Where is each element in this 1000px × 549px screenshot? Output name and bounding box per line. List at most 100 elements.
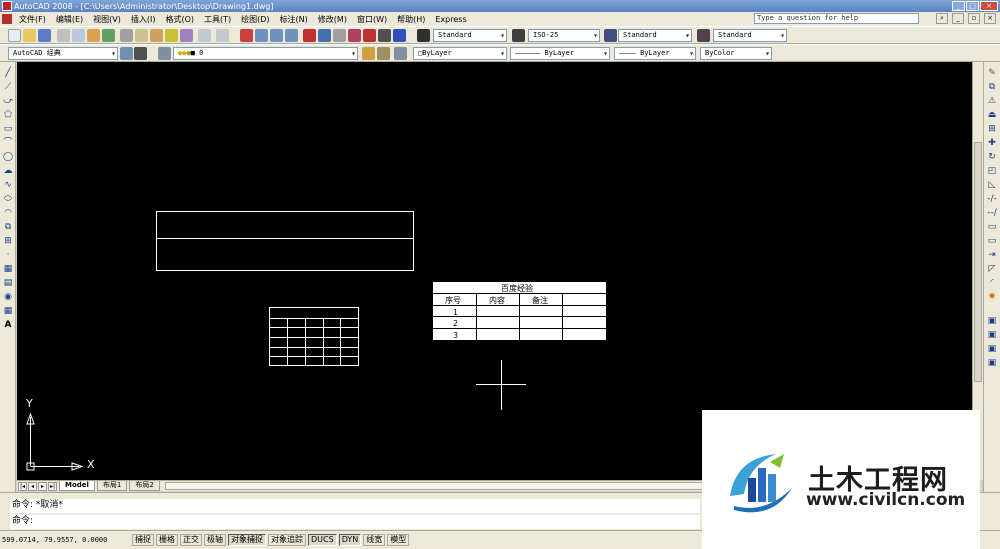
document-icon[interactable] [2, 14, 12, 24]
grid-toggle[interactable]: 栅格 [156, 534, 178, 546]
plot-preview-icon[interactable] [72, 29, 85, 42]
menu-help[interactable]: 帮助(H) [392, 14, 430, 25]
menu-express[interactable]: Express [430, 15, 471, 24]
menu-modify[interactable]: 修改(M) [313, 14, 352, 25]
save-workspace-icon[interactable] [134, 47, 147, 60]
tab-layout1[interactable]: 布局1 [96, 481, 128, 491]
table-icon[interactable]: ▦ [2, 306, 14, 317]
copy-icon[interactable] [135, 29, 148, 42]
menu-edit[interactable]: 编辑(E) [51, 14, 88, 25]
table-style-icon[interactable] [604, 29, 617, 42]
ortho-toggle[interactable]: 正交 [180, 534, 202, 546]
trim-icon[interactable]: -/- [986, 194, 998, 205]
scroll-thumb[interactable] [974, 142, 982, 382]
explode-icon[interactable]: ✹ [986, 292, 998, 303]
copy-object-icon[interactable]: ⧉ [986, 82, 998, 93]
linetype-select[interactable]: —————— ByLayer [510, 47, 610, 60]
pan-icon[interactable] [240, 29, 253, 42]
menu-insert[interactable]: 插入(I) [126, 14, 161, 25]
zoom-realtime-icon[interactable] [255, 29, 268, 42]
snap-toggle[interactable]: 捕捉 [132, 534, 154, 546]
table-style-select[interactable]: Standard [618, 29, 692, 42]
arc-icon[interactable]: ⌒ [2, 138, 14, 149]
layer-states-icon[interactable] [394, 47, 407, 60]
color-select[interactable]: □ByLayer [413, 47, 507, 60]
menu-format[interactable]: 格式(O) [160, 14, 199, 25]
bring-above-icon[interactable]: ▣ [986, 344, 998, 355]
plot-style-select[interactable]: ByColor [700, 47, 772, 60]
search-icon[interactable]: ⌕ [936, 13, 948, 24]
save-icon[interactable] [38, 29, 51, 42]
design-center-icon[interactable] [318, 29, 331, 42]
tab-model[interactable]: Model [59, 481, 95, 491]
next-tab-icon[interactable]: ▸ [38, 481, 47, 491]
menu-draw[interactable]: 绘图(D) [236, 14, 274, 25]
layer-properties-icon[interactable] [158, 47, 171, 60]
plot-icon[interactable] [57, 29, 70, 42]
menu-tools[interactable]: 工具(T) [199, 14, 236, 25]
polar-toggle[interactable]: 极轴 [204, 534, 226, 546]
redo-icon[interactable] [216, 29, 229, 42]
offset-icon[interactable]: ⏏ [986, 110, 998, 121]
construction-line-icon[interactable]: ⟋ [2, 82, 14, 93]
properties-icon[interactable] [303, 29, 316, 42]
menu-dimension[interactable]: 标注(N) [275, 14, 313, 25]
maximize-button[interactable]: □ [966, 1, 979, 11]
tab-layout2[interactable]: 布局2 [129, 481, 160, 491]
send-under-icon[interactable]: ▣ [986, 358, 998, 369]
doc-minimize-button[interactable]: _ [952, 13, 964, 24]
rectangle-icon[interactable]: ▭ [2, 124, 14, 135]
prev-tab-icon[interactable]: ◂ [28, 481, 37, 491]
extend-icon[interactable]: --/ [986, 208, 998, 219]
text-style-select[interactable]: Standard [433, 29, 507, 42]
workspace-settings-icon[interactable] [120, 47, 133, 60]
dim-style-select[interactable]: ISO-25 [528, 29, 600, 42]
publish-icon[interactable] [87, 29, 100, 42]
workspace-select[interactable]: AutoCAD 经典 [8, 47, 118, 60]
multileader-style-icon[interactable] [697, 29, 710, 42]
menu-window[interactable]: 窗口(W) [352, 14, 392, 25]
undo-icon[interactable] [198, 29, 211, 42]
osnap-toggle[interactable]: 对象捕捉 [228, 534, 266, 546]
quickcalc-icon[interactable] [378, 29, 391, 42]
doc-close-button[interactable]: × [984, 13, 996, 24]
break-icon[interactable]: ▭ [986, 236, 998, 247]
dim-style-icon[interactable] [512, 29, 525, 42]
polygon-icon[interactable]: ⬠ [2, 110, 14, 121]
close-button[interactable]: × [980, 1, 998, 11]
spline-icon[interactable]: ∿ [2, 180, 14, 191]
minimize-button[interactable]: _ [952, 1, 965, 11]
match-properties-icon[interactable] [165, 29, 178, 42]
gradient-icon[interactable]: ▤ [2, 278, 14, 289]
make-block-icon[interactable]: ⊞ [2, 236, 14, 247]
revision-cloud-icon[interactable]: ☁ [2, 166, 14, 177]
cut-icon[interactable] [120, 29, 133, 42]
zoom-previous-icon[interactable] [285, 29, 298, 42]
ellipse-arc-icon[interactable]: ◠ [2, 208, 14, 219]
rotate-icon[interactable]: ↻ [986, 152, 998, 163]
scale-icon[interactable]: ◰ [986, 166, 998, 177]
polyline-icon[interactable]: ⤻ [2, 96, 14, 107]
autocad-app-icon[interactable] [2, 1, 12, 11]
otrack-toggle[interactable]: 对象追踪 [268, 534, 306, 546]
draw-order-front-icon[interactable]: ▣ [986, 316, 998, 327]
paste-icon[interactable] [150, 29, 163, 42]
stretch-icon[interactable]: ◺ [986, 180, 998, 191]
3d-dwf-icon[interactable] [102, 29, 115, 42]
first-tab-icon[interactable]: |◂ [18, 481, 27, 491]
join-icon[interactable]: ⇥ [986, 250, 998, 261]
break-at-point-icon[interactable]: ▭ [986, 222, 998, 233]
mirror-icon[interactable]: ⚠ [986, 96, 998, 107]
hatch-icon[interactable]: ▦ [2, 264, 14, 275]
menu-view[interactable]: 视图(V) [88, 14, 126, 25]
lineweight-select[interactable]: ———— ByLayer [614, 47, 696, 60]
line-icon[interactable]: ╱ [2, 68, 14, 79]
point-icon[interactable]: · [2, 250, 14, 261]
multiline-text-icon[interactable]: A [2, 320, 14, 331]
layer-previous-icon[interactable] [377, 47, 390, 60]
help-icon[interactable] [393, 29, 406, 42]
block-editor-icon[interactable] [180, 29, 193, 42]
text-style-icon[interactable] [417, 29, 430, 42]
new-icon[interactable] [8, 29, 21, 42]
move-icon[interactable]: ✚ [986, 138, 998, 149]
